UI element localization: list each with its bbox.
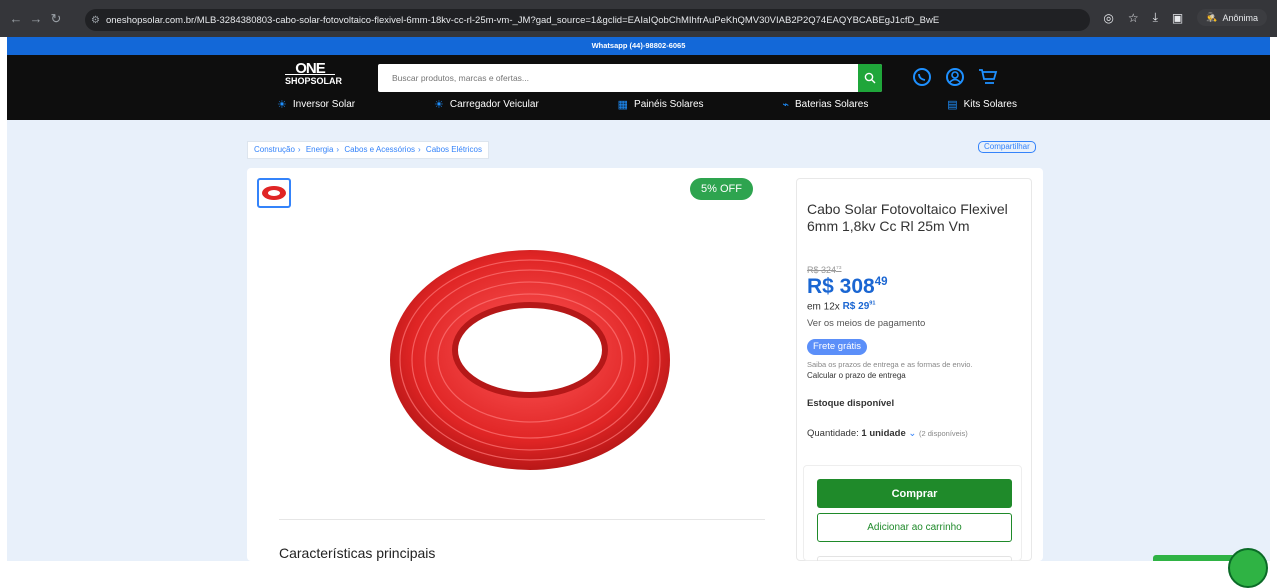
product-thumbnail[interactable] <box>257 178 291 208</box>
url-text: oneshopsolar.com.br/MLB-3284380803-cabo-… <box>105 14 940 26</box>
whatsapp-icon[interactable] <box>912 67 932 87</box>
product-image[interactable] <box>380 240 680 490</box>
menu-item-carregador[interactable]: ☀ Carregador Veicular <box>434 98 539 111</box>
breadcrumb-link[interactable]: Energia <box>306 145 334 154</box>
search-box <box>378 64 882 92</box>
incognito-label: Anônima <box>1222 12 1258 23</box>
menu-item-paineis[interactable]: ▦ Painéis Solares <box>618 98 704 111</box>
cart-icon[interactable] <box>978 67 998 87</box>
search-input[interactable] <box>378 64 858 92</box>
buy-button[interactable]: Comprar <box>817 479 1012 508</box>
chevron-right-icon: › <box>336 145 340 154</box>
add-to-cart-button[interactable]: Adicionar ao carrinho <box>817 513 1012 542</box>
calculate-delivery-link[interactable]: Calcular o prazo de entrega <box>807 371 906 380</box>
whatsapp-bar[interactable]: Whatsapp (44)-98802-6065 <box>7 37 1270 55</box>
chevron-right-icon: › <box>418 145 421 154</box>
solar-panel-icon: ▦ <box>617 99 629 111</box>
site-header: ONE SHOPSOLAR ☀Inversor Solar ☀Carregado… <box>7 55 1270 120</box>
category-menu: ☀ Inversor Solar ☀ Carregador Veicular ▦ Pa… <box>277 98 1017 111</box>
whatsapp-chat-bar[interactable] <box>1153 555 1235 561</box>
site-settings-icon[interactable]: ⚙ <box>91 15 100 26</box>
battery-icon: ⌁ <box>782 99 789 111</box>
incognito-badge[interactable]: 🕵 Anônima <box>1197 9 1267 26</box>
download-icon[interactable]: ⤓ <box>1153 10 1158 25</box>
free-shipping-badge: Frete grátis <box>807 339 868 355</box>
account-icon[interactable] <box>945 67 965 87</box>
reload-icon[interactable]: ↻ <box>46 11 66 27</box>
breadcrumb: Construção › Energia › Cabos e Acessórios ›… <box>247 141 489 159</box>
whatsapp-float-icon[interactable] <box>1228 548 1268 588</box>
incognito-icon: 🕵 <box>1206 12 1218 22</box>
discount-badge: 5% OFF <box>690 178 753 200</box>
side-panel-icon[interactable]: ▣ <box>1172 11 1183 25</box>
kit-icon: ▤ <box>947 99 958 111</box>
search-button[interactable] <box>858 64 882 92</box>
product-title: Cabo Solar Fotovoltaico Flexivel 6mm 1,8… <box>807 201 1008 234</box>
search-icon <box>864 72 876 84</box>
cable-thumbnail-image <box>262 186 286 200</box>
menu-item-inversor[interactable]: ☀ Inversor Solar <box>277 98 355 111</box>
breadcrumb-link[interactable]: Construção <box>254 145 295 154</box>
chevron-down-icon: ⌄ <box>908 428 917 439</box>
browser-toolbar: ← → ↻ ⚙ oneshopsolar.com.br/MLB-32843808… <box>0 0 1277 37</box>
menu-item-baterias[interactable]: ⌁ Baterias Solares <box>782 98 868 111</box>
next-section-box <box>817 556 1012 561</box>
menu-item-kits[interactable]: ▤ Kits Solares <box>947 98 1017 111</box>
chevron-right-icon: › <box>297 145 301 154</box>
forward-icon[interactable]: → <box>26 11 46 26</box>
breadcrumb-link[interactable]: Cabos e Acessórios <box>344 145 415 154</box>
address-bar[interactable]: ⚙ oneshopsolar.com.br/MLB-3284380803-cab… <box>85 9 1090 31</box>
eye-off-icon[interactable]: ◎ <box>1103 11 1113 25</box>
section-divider <box>279 519 765 520</box>
features-heading: Características principais <box>279 545 436 561</box>
header-icons <box>912 67 998 87</box>
old-price: R$ 32473 <box>807 265 842 275</box>
share-link[interactable]: Compartilhar <box>978 141 1036 153</box>
sun-icon: ☀ <box>433 99 444 111</box>
site-logo[interactable]: ONE SHOPSOLAR <box>285 61 342 86</box>
payment-methods-link[interactable]: Ver os meios de pagamento <box>807 318 925 329</box>
browser-actions: ◎ ☆ ⤓ ▣ 🕵 Anônima <box>1103 9 1267 26</box>
star-icon[interactable]: ☆ <box>1128 11 1139 25</box>
page: ← → ↻ ⚙ oneshopsolar.com.br/MLB-32843808… <box>0 0 1277 588</box>
quantity-selector[interactable]: Quantidade: 1 unidade ⌄ (2 disponíveis) <box>807 428 968 439</box>
sun-icon: ☀ <box>277 99 287 111</box>
installments: em 12x R$ 2991 <box>807 301 876 313</box>
current-price: R$ 30849 <box>807 275 888 298</box>
breadcrumb-link[interactable]: Cabos Elétricos <box>426 145 482 154</box>
shipping-info-text: Saiba os prazos de entrega e as formas d… <box>807 360 973 369</box>
back-icon[interactable]: ← <box>6 11 26 26</box>
stock-status: Estoque disponível <box>807 398 895 409</box>
